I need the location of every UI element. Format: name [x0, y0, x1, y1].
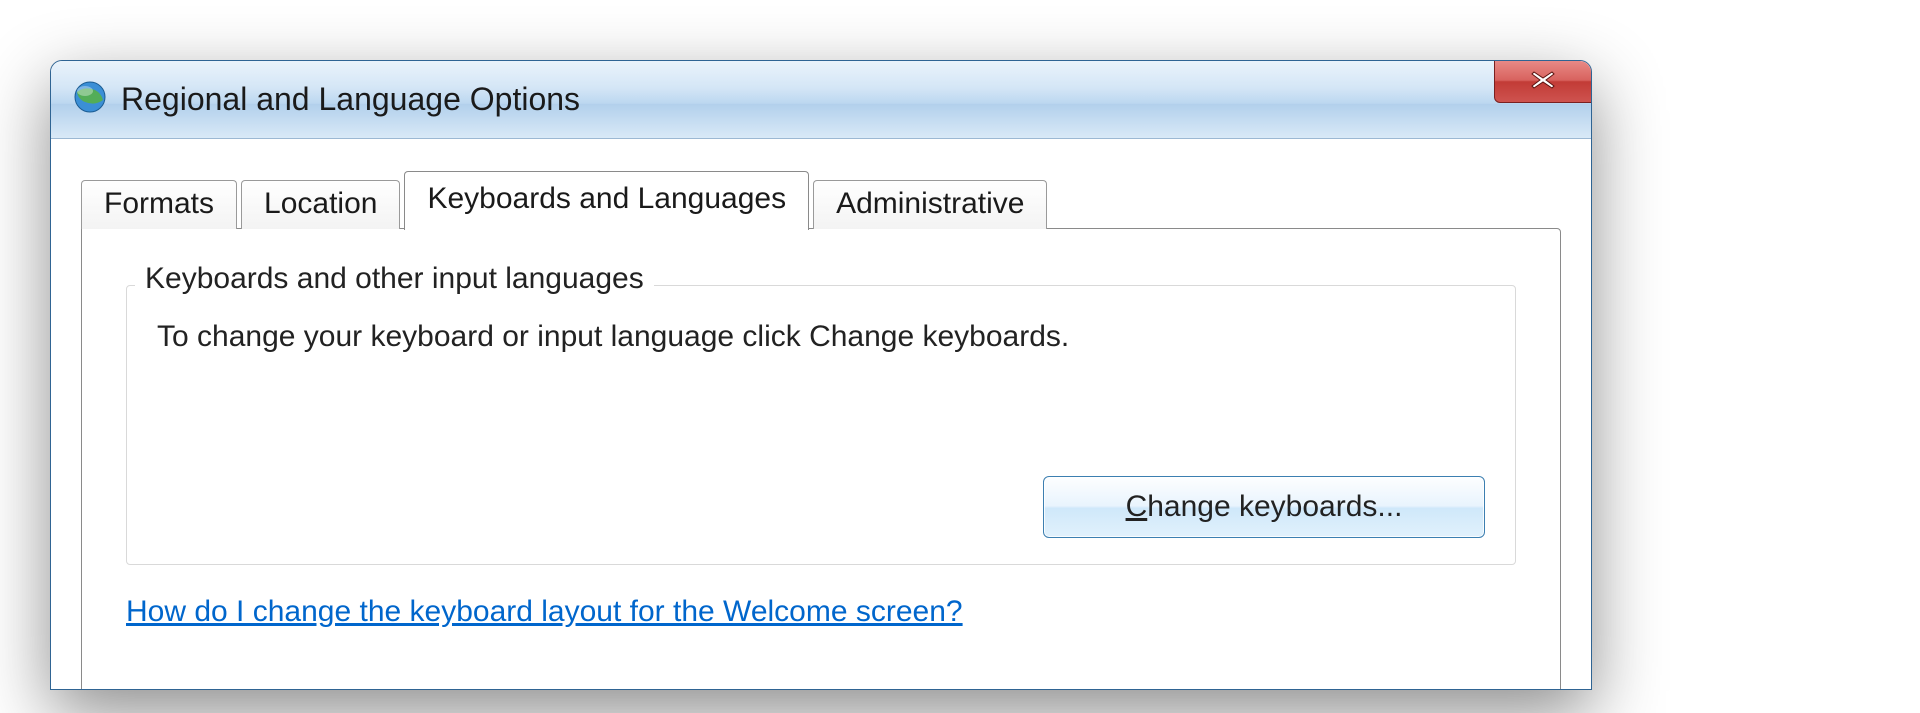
button-mnemonic: C	[1126, 490, 1148, 524]
group-keyboards: Keyboards and other input languages To c…	[126, 285, 1516, 565]
tab-location[interactable]: Location	[241, 180, 400, 229]
tab-formats[interactable]: Formats	[81, 180, 237, 229]
window-frame: Regional and Language Options Formats Lo…	[50, 60, 1592, 690]
help-link-welcome-screen[interactable]: How do I change the keyboard layout for …	[126, 595, 963, 629]
title-bar[interactable]: Regional and Language Options	[51, 61, 1591, 139]
group-body-text: To change your keyboard or input languag…	[157, 320, 1485, 354]
button-label-post: hange keyboards...	[1147, 490, 1402, 524]
tab-administrative[interactable]: Administrative	[813, 180, 1047, 229]
window-title: Regional and Language Options	[121, 81, 580, 118]
tab-panel-keyboards: Keyboards and other input languages To c…	[81, 228, 1561, 690]
change-keyboards-button[interactable]: Change keyboards...	[1043, 476, 1485, 538]
group-legend: Keyboards and other input languages	[135, 262, 654, 296]
tab-strip: Formats Location Keyboards and Languages…	[81, 169, 1561, 228]
globe-icon	[73, 80, 107, 119]
close-icon	[1529, 69, 1557, 94]
close-button[interactable]	[1494, 60, 1592, 103]
client-area: Formats Location Keyboards and Languages…	[51, 139, 1591, 689]
tab-keyboards[interactable]: Keyboards and Languages	[404, 171, 809, 230]
